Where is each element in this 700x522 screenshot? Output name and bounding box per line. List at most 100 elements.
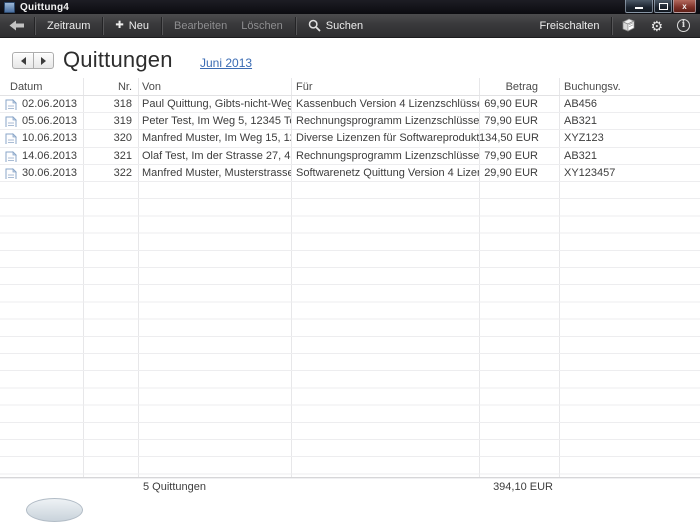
cell-fuer: Kassenbuch Version 4 Lizenzschlüssel [291,98,479,110]
toolbar-separator [611,17,612,35]
cell-datum: 14.06.2013 [0,150,83,162]
column-header-fuer[interactable]: Für [291,81,479,93]
maximize-icon [659,3,668,10]
table-body: 02.06.2013 318 Paul Quittung, Gibts-nich… [0,96,700,182]
table-row[interactable]: 14.06.2013 321 Olaf Test, Im der Strasse… [0,148,700,165]
datum-value: 30.06.2013 [22,167,77,179]
close-icon: x [682,3,686,10]
receipt-icon [5,133,17,144]
datum-value: 14.06.2013 [22,150,77,162]
info-button[interactable]: i [670,14,700,37]
gear-icon: ⚙ [650,19,663,33]
cell-fuer: Diverse Lizenzen für Softwareprodukte [291,132,479,144]
printer-icon [620,18,636,33]
bearbeiten-label: Bearbeiten [174,20,227,32]
datum-value: 05.06.2013 [22,115,77,127]
cell-betrag: 29,90 EUR [479,167,559,179]
cell-fuer: Softwarenetz Quittung Version 4 Lizenzsc… [291,167,479,179]
column-header-buchungsv[interactable]: Buchungsv. [559,81,700,93]
cell-von: Paul Quittung, Gibts-nicht-Weg 7, 9... [138,98,291,110]
cell-betrag: 134,50 EUR [479,132,559,144]
back-button[interactable] [0,14,33,37]
cell-nr: 320 [83,132,138,144]
search-icon [308,19,321,32]
cell-buchungsv: AB321 [559,115,700,127]
suchen-label: Suchen [326,20,363,32]
column-header-von[interactable]: Von [138,81,291,93]
arrow-right-icon [41,57,46,65]
window-title: Quittung4 [20,2,69,13]
loeschen-label: Löschen [241,20,283,32]
minimize-icon [635,7,643,9]
close-button[interactable]: x [673,0,696,13]
cell-buchungsv: AB321 [559,150,700,162]
neu-label: Neu [129,20,149,32]
page-title: Quittungen [63,47,173,73]
toolbar-separator [34,17,35,35]
next-period-button[interactable] [33,52,54,69]
cell-datum: 30.06.2013 [0,167,83,179]
freischalten-button[interactable]: Freischalten [529,14,611,37]
cell-datum: 10.06.2013 [0,132,83,144]
empty-grid-rows [0,182,700,477]
cell-von: Peter Test, Im Weg 5, 12345 Testha... [138,115,291,127]
cell-buchungsv: XY123457 [559,167,700,179]
datum-value: 10.06.2013 [22,132,77,144]
cell-betrag: 69,90 EUR [479,98,559,110]
column-header-datum[interactable]: Datum [0,81,83,93]
period-nav [12,52,54,69]
table-bottom-divider [0,478,700,479]
toolbar-item-zeitraum[interactable]: Zeitraum [36,14,101,37]
cell-fuer: Rechnungsprogramm Lizenzschlüssel [291,150,479,162]
cell-von: Olaf Test, Im der Strasse 27, 43210... [138,150,291,162]
toolbar-right: Freischalten ⚙ i [529,14,700,37]
receipts-table: Datum Nr. Von Für Betrag Buchungsv. 02.0… [0,78,700,477]
cell-von: Manfred Muster, Im Weg 15, 1234... [138,132,291,144]
cell-buchungsv: AB456 [559,98,700,110]
window-controls: x [624,0,696,13]
cell-fuer: Rechnungsprogramm Lizenzschlüssel [291,115,479,127]
table-header: Datum Nr. Von Für Betrag Buchungsv. [0,78,700,96]
freischalten-label: Freischalten [540,20,600,32]
zeitraum-label: Zeitraum [47,20,90,32]
arrow-left-icon [21,57,26,65]
minimize-button[interactable] [625,0,653,13]
back-arrow-icon [9,20,24,31]
settings-button[interactable]: ⚙ [643,14,670,37]
toolbar-item-bearbeiten[interactable]: Bearbeiten [163,14,238,37]
cell-nr: 318 [83,98,138,110]
toolbar-item-neu[interactable]: ✚ Neu [104,14,160,37]
table-row[interactable]: 05.06.2013 319 Peter Test, Im Weg 5, 123… [0,113,700,130]
plus-icon: ✚ [115,20,123,31]
printer-button[interactable] [613,14,643,37]
receipt-icon [5,116,17,127]
receipt-icon [5,151,17,162]
partial-button[interactable] [26,498,83,522]
toolbar-item-suchen[interactable]: Suchen [297,14,374,37]
receipt-icon [5,99,17,110]
maximize-button[interactable] [654,0,672,13]
cell-datum: 02.06.2013 [0,98,83,110]
receipt-icon [5,168,17,179]
cell-von: Manfred Muster, Musterstrasse 29,... [138,167,291,179]
toolbar-separator [295,17,296,35]
datum-value: 02.06.2013 [22,98,77,110]
table-row[interactable]: 30.06.2013 322 Manfred Muster, Musterstr… [0,165,700,182]
cell-nr: 319 [83,115,138,127]
toolbar: Zeitraum ✚ Neu Bearbeiten Löschen Suchen… [0,14,700,38]
info-icon: i [677,19,690,32]
toolbar-separator [102,17,103,35]
app-icon [4,2,15,13]
cell-buchungsv: XYZ123 [559,132,700,144]
cell-datum: 05.06.2013 [0,115,83,127]
table-row[interactable]: 02.06.2013 318 Paul Quittung, Gibts-nich… [0,96,700,113]
period-link[interactable]: Juni 2013 [200,56,252,70]
receipt-count: 5 Quittungen [143,481,206,493]
column-header-nr[interactable]: Nr. [83,81,138,93]
toolbar-separator [161,17,162,35]
cell-betrag: 79,90 EUR [479,150,559,162]
column-header-betrag[interactable]: Betrag [479,81,559,93]
table-row[interactable]: 10.06.2013 320 Manfred Muster, Im Weg 15… [0,130,700,147]
toolbar-item-loeschen[interactable]: Löschen [238,14,294,37]
previous-period-button[interactable] [12,52,33,69]
